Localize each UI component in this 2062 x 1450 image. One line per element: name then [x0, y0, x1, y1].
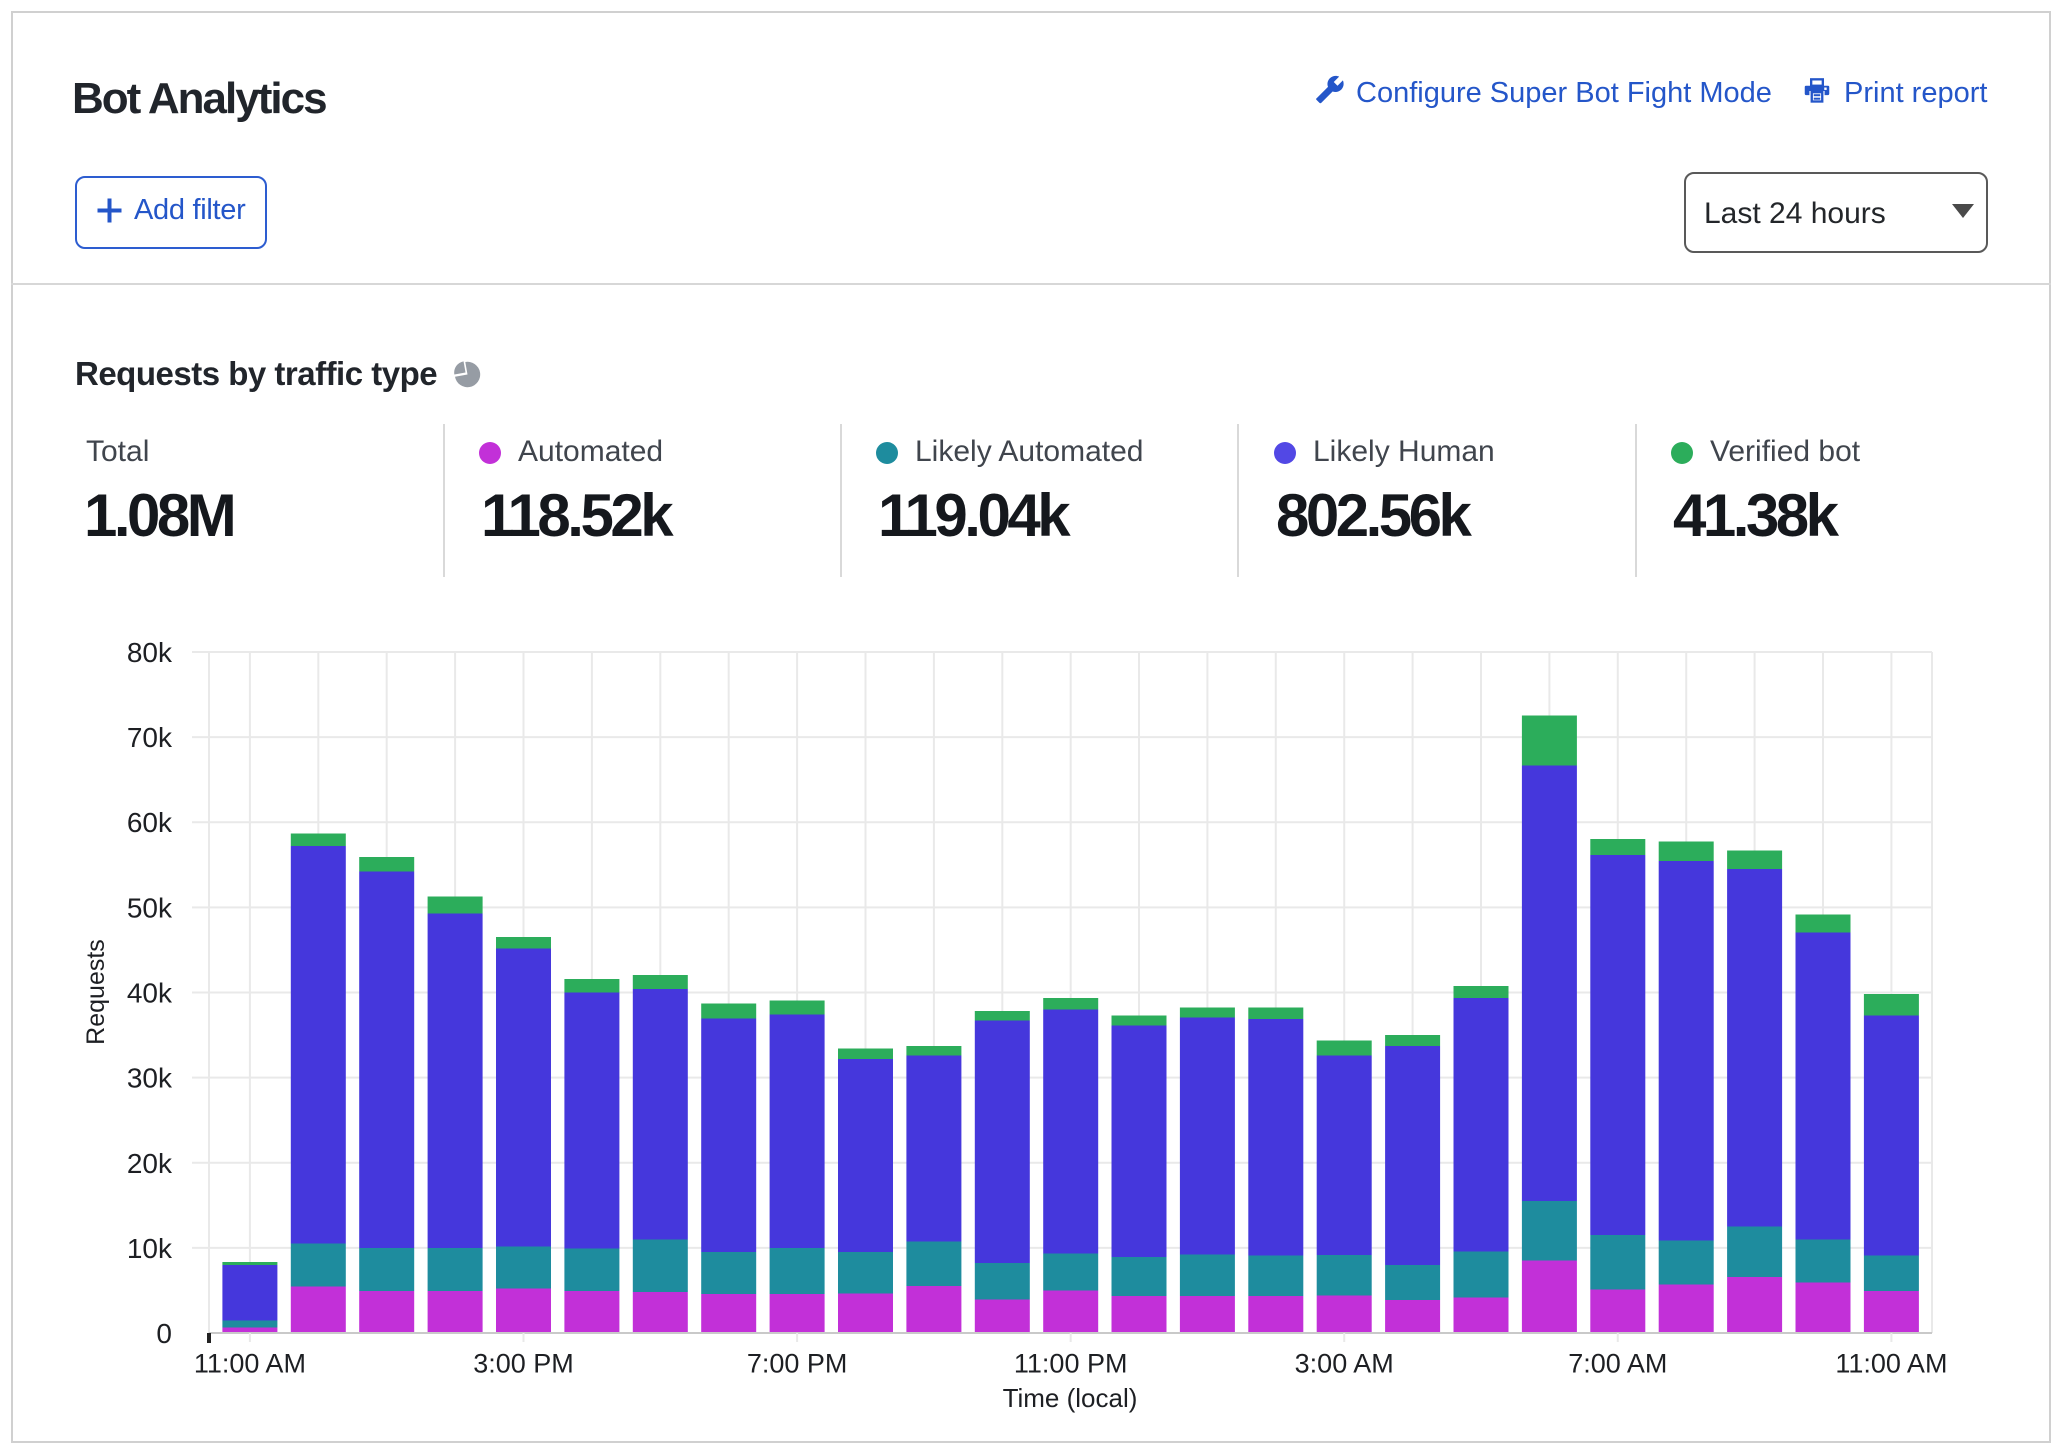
svg-text:80k: 80k: [127, 637, 173, 668]
svg-text:40k: 40k: [127, 978, 173, 1009]
svg-text:60k: 60k: [127, 807, 173, 838]
svg-text:7:00 PM: 7:00 PM: [747, 1349, 848, 1379]
svg-text:Time (local): Time (local): [1003, 1383, 1138, 1413]
svg-text:70k: 70k: [127, 722, 173, 753]
svg-text:0: 0: [156, 1318, 172, 1349]
svg-text:3:00 PM: 3:00 PM: [473, 1349, 574, 1379]
svg-text:11:00 PM: 11:00 PM: [1014, 1349, 1128, 1379]
svg-text:7:00 AM: 7:00 AM: [1568, 1349, 1667, 1379]
svg-text:11:00 AM: 11:00 AM: [1835, 1349, 1947, 1379]
svg-text:3:00 AM: 3:00 AM: [1295, 1349, 1394, 1379]
svg-text:Requests: Requests: [82, 939, 110, 1045]
svg-text:20k: 20k: [127, 1148, 173, 1179]
svg-text:50k: 50k: [127, 892, 173, 923]
svg-text:10k: 10k: [127, 1233, 173, 1264]
svg-text:11:00 AM: 11:00 AM: [194, 1349, 306, 1379]
svg-text:30k: 30k: [127, 1063, 173, 1094]
